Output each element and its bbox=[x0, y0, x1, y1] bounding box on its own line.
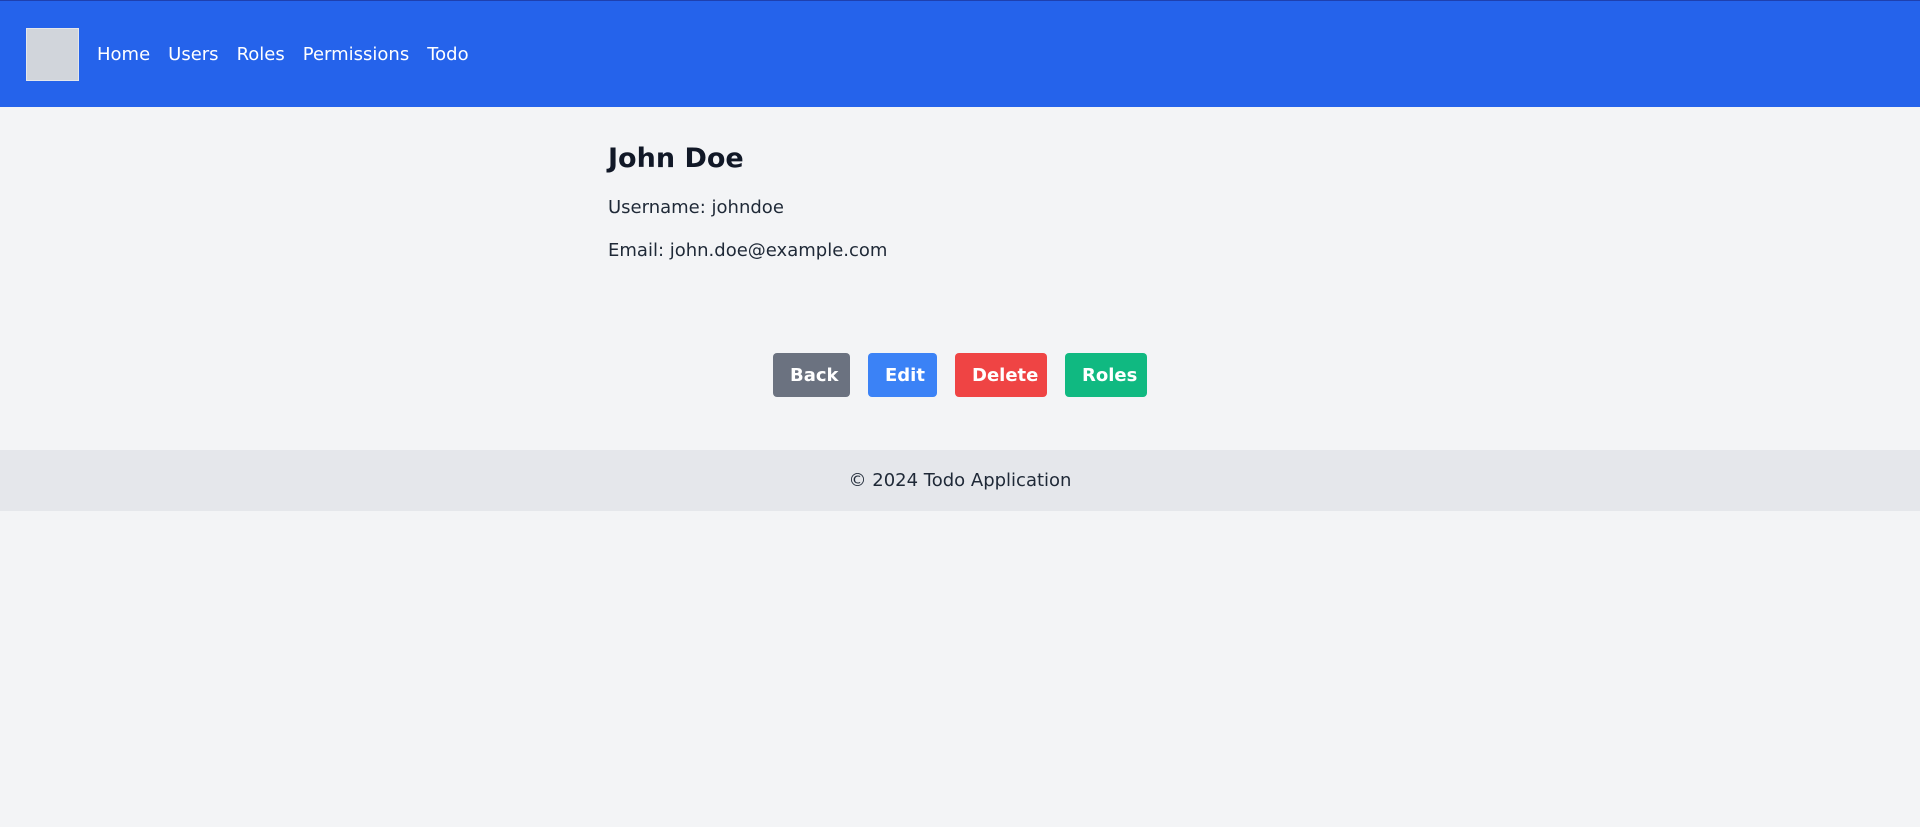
logo-icon[interactable] bbox=[26, 27, 79, 81]
edit-button[interactable]: Edit bbox=[868, 353, 937, 397]
user-name-heading: John Doe bbox=[608, 143, 744, 174]
action-buttons: Back Edit Delete Roles bbox=[0, 353, 1920, 397]
footer-copyright: © 2024 Todo Application bbox=[848, 470, 1072, 491]
nav-link-home[interactable]: Home bbox=[97, 44, 150, 65]
footer: © 2024 Todo Application bbox=[0, 450, 1920, 511]
nav-link-todo[interactable]: Todo bbox=[427, 44, 468, 65]
top-navbar: Home Users Roles Permissions Todo bbox=[0, 0, 1920, 107]
delete-button[interactable]: Delete bbox=[955, 353, 1047, 397]
user-detail: John Doe Username: johndoe Email: john.d… bbox=[608, 143, 1312, 283]
email-text: Email: john.doe@example.com bbox=[608, 240, 888, 261]
username-text: Username: johndoe bbox=[608, 197, 784, 218]
nav-link-users[interactable]: Users bbox=[168, 44, 218, 65]
back-button[interactable]: Back bbox=[773, 353, 850, 397]
roles-button[interactable]: Roles bbox=[1065, 353, 1147, 397]
nav-link-permissions[interactable]: Permissions bbox=[303, 44, 409, 65]
nav-link-roles[interactable]: Roles bbox=[237, 44, 285, 65]
